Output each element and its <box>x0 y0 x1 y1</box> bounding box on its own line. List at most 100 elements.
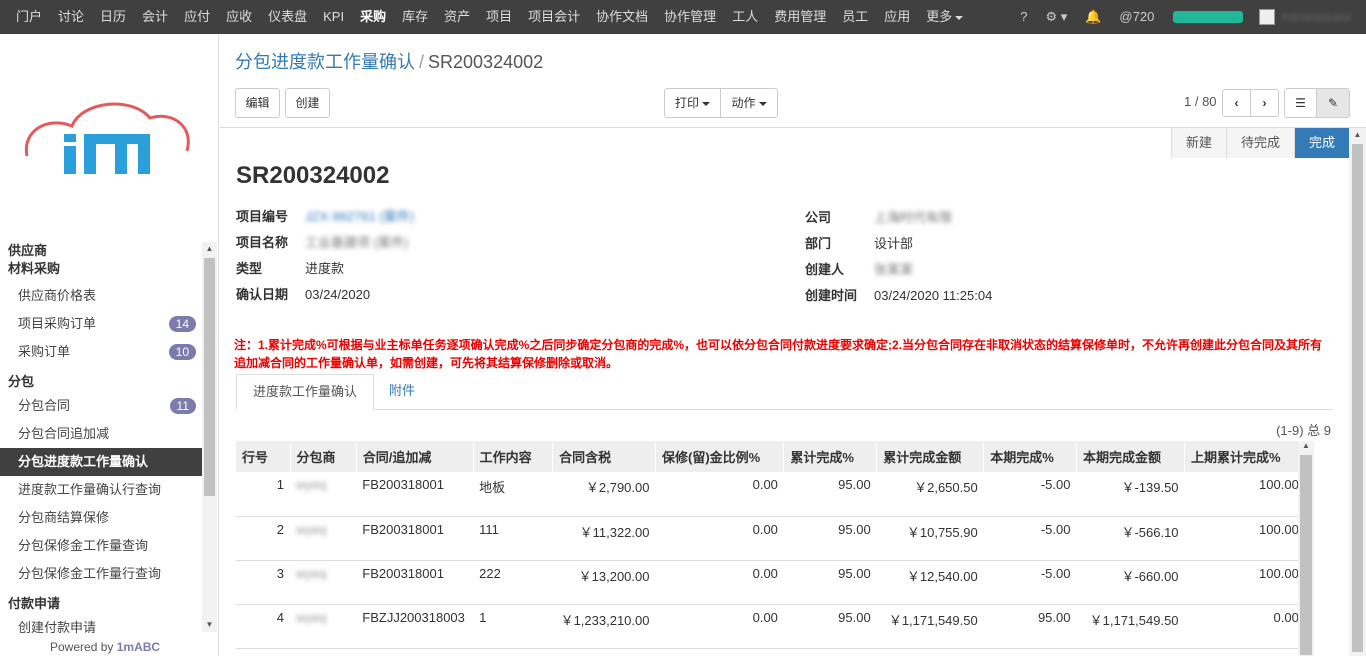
cell-value: 地板 <box>479 480 506 495</box>
menu-item-0[interactable]: 门户 <box>8 0 50 34</box>
menu-item-17[interactable]: 员工 <box>834 0 876 34</box>
sidebar-item[interactable]: 分包商结算保修 <box>0 504 202 532</box>
scroll-up-icon[interactable]: ▲ <box>1349 128 1366 142</box>
column-header[interactable]: 上期累计完成% <box>1184 441 1306 472</box>
sidebar-group-title: 付款申请 <box>8 596 61 611</box>
menu-item-12[interactable]: 项目会计 <box>520 0 588 34</box>
menu-item-5[interactable]: 应收 <box>218 0 260 34</box>
sidebar-scrollbar[interactable]: ▲ ▼ <box>202 242 217 632</box>
scroll-up-icon[interactable]: ▲ <box>1298 441 1314 453</box>
sidebar-item[interactable]: 进度款工作量确认行查询 <box>0 476 202 504</box>
menu-item-4[interactable]: 应付 <box>176 0 218 34</box>
column-header[interactable]: 累计完成% <box>783 441 878 472</box>
sidebar-item[interactable]: 创建付款申请 <box>0 614 202 642</box>
pager-next-icon[interactable]: › <box>1250 89 1279 117</box>
sidebar-item[interactable]: 分包保修金工作量行查询 <box>0 560 202 588</box>
menu-item-1[interactable]: 讨论 <box>50 0 92 34</box>
sidebar-menu: 供应商 材料采购 供应商价格表 项目采购订单 14 采购订单 10 分包 分包合同 11 分包合同追… <box>0 242 202 642</box>
print-dropdown[interactable]: 打印 <box>664 88 721 118</box>
column-header[interactable]: 保修(留)金比例% <box>655 441 785 472</box>
scrollbar-thumb[interactable] <box>1352 144 1363 652</box>
username[interactable]: Administrator <box>1281 10 1366 24</box>
column-header[interactable]: 合同/追加减 <box>356 441 474 472</box>
tab-attachments[interactable]: 附件 <box>373 374 431 410</box>
pager-value[interactable]: 1 / 80 <box>1184 94 1217 109</box>
column-header[interactable]: 分包商 <box>290 441 357 472</box>
column-header[interactable]: 工作内容 <box>473 441 554 472</box>
table-cell: ￥2,650.50 <box>876 472 984 517</box>
status-step[interactable]: 待完成 <box>1225 128 1294 158</box>
table-row[interactable]: 3 wyeq FB200318001 222 ￥13,200.00 0.00 95.00 ￥1… <box>236 560 1314 605</box>
column-header[interactable]: 行号 <box>236 441 291 472</box>
menu-item-10[interactable]: 资产 <box>436 0 478 34</box>
scroll-up-icon[interactable]: ▲ <box>202 242 217 256</box>
table-row[interactable]: 2 wyeq FB200318001 111 ￥11,322.00 0.00 95.00 ￥1… <box>236 516 1314 561</box>
sidebar-item[interactable]: 分包进度款工作量确认 <box>0 448 202 476</box>
column-header[interactable]: 合同含税 <box>552 441 656 472</box>
edit-button[interactable]: 编辑 <box>235 88 280 118</box>
menu-item-9[interactable]: 库存 <box>394 0 436 34</box>
field-value: 03/24/2020 11:25:04 <box>874 288 993 303</box>
table-scrollbar[interactable]: ▲ <box>1298 441 1314 656</box>
scrollbar-thumb[interactable] <box>1300 455 1312 655</box>
form-view-icon[interactable]: ✎ <box>1316 88 1350 118</box>
bell-icon[interactable]: 🔔 <box>1076 0 1110 34</box>
field-label: 项目名称 <box>236 235 289 250</box>
sidebar-item[interactable]: 采购订单 10 <box>0 338 202 366</box>
messages-counter[interactable]: @720 <box>1110 0 1163 34</box>
menu-item-6[interactable]: 仪表盘 <box>260 0 315 34</box>
sidebar-item[interactable]: 分包保修金工作量查询 <box>0 532 202 560</box>
menu-item-14[interactable]: 协作管理 <box>656 0 724 34</box>
main-scrollbar[interactable]: ▲ <box>1349 128 1366 656</box>
sidebar-item[interactable]: 分包合同 11 <box>0 392 202 420</box>
avatar[interactable] <box>1259 9 1276 25</box>
notebook-tabs: 进度款工作量确认 附件 <box>236 374 1333 410</box>
powered-by: Powered by 1mABC <box>50 640 161 654</box>
menu-item-3[interactable]: 会计 <box>134 0 176 34</box>
status-step[interactable]: 新建 <box>1171 128 1226 158</box>
menu-item-7[interactable]: KPI <box>315 0 352 34</box>
settings-gear-icon[interactable]: ⚙ ▾ <box>1036 0 1076 34</box>
menu-item-11[interactable]: 项目 <box>478 0 520 34</box>
status-step[interactable]: 完成 <box>1293 128 1349 158</box>
menu-item-8[interactable]: 采购 <box>352 0 394 34</box>
cell-value: -5.00 <box>1040 477 1071 492</box>
pager-previous-icon[interactable]: ‹ <box>1222 89 1251 117</box>
control-panel: 分包进度款工作量确认 / SR200324002 编辑 创建 打印 动作 1 / 8… <box>220 34 1366 128</box>
field-value[interactable]: JZX-992761 (案件) <box>305 204 414 230</box>
column-header[interactable]: 累计完成金额 <box>876 441 985 472</box>
table-cell: ￥10,755.90 <box>876 516 984 561</box>
action-dropdown[interactable]: 动作 <box>720 88 778 118</box>
table-cell: -5.00 <box>983 472 1077 517</box>
brand-link[interactable]: 1mABC <box>117 640 160 654</box>
cell-value: 95.00 <box>838 477 871 492</box>
table-cell: ￥-139.50 <box>1076 472 1185 517</box>
sidebar-item[interactable]: 分包合同追加减 <box>0 420 202 448</box>
table-cell: 0.00 <box>655 560 784 605</box>
menu-item-16[interactable]: 费用管理 <box>766 0 834 34</box>
list-view-icon[interactable]: ☰ <box>1284 88 1317 118</box>
menu-more[interactable]: 更多 <box>918 0 971 34</box>
column-header[interactable]: 本期完成金额 <box>1076 441 1186 472</box>
menu-item-15[interactable]: 工人 <box>724 0 766 34</box>
column-header[interactable]: 本期完成% <box>983 441 1077 472</box>
create-button[interactable]: 创建 <box>285 88 330 118</box>
breadcrumb-parent[interactable]: 分包进度款工作量确认 <box>235 52 415 72</box>
tab-progress-confirm[interactable]: 进度款工作量确认 <box>236 374 375 410</box>
sidebar-item[interactable]: 供应商价格表 <box>0 282 202 310</box>
progress-indicator <box>1173 11 1244 23</box>
table-row[interactable]: 4 wyeq FBZJJ200318003 1 ￥1,233,210.00 0.00 95.… <box>236 604 1314 649</box>
sidebar-item[interactable]: 项目采购订单 14 <box>0 310 202 338</box>
scrollbar-thumb[interactable] <box>204 258 215 496</box>
cell-value: ￥2,650.50 <box>914 480 978 495</box>
cell-value: wyeq <box>296 565 327 581</box>
help-icon[interactable]: ? <box>1011 0 1036 34</box>
menu-item-2[interactable]: 日历 <box>92 0 134 34</box>
menu-item-18[interactable]: 应用 <box>876 0 918 34</box>
sidebar: 供应商 材料采购 供应商价格表 项目采购订单 14 采购订单 10 分包 分包合同 11 分包合同追… <box>0 34 219 656</box>
sidebar-item-label: 分包合同 <box>18 398 71 413</box>
table-row[interactable]: 1 wyeq FB200318001 地板 ￥2,790.00 0.00 95.00 ￥2,6… <box>236 472 1314 517</box>
scroll-down-icon[interactable]: ▼ <box>202 618 217 632</box>
menu-item-13[interactable]: 协作文档 <box>588 0 656 34</box>
table-cell: FB200318001 <box>356 516 474 561</box>
